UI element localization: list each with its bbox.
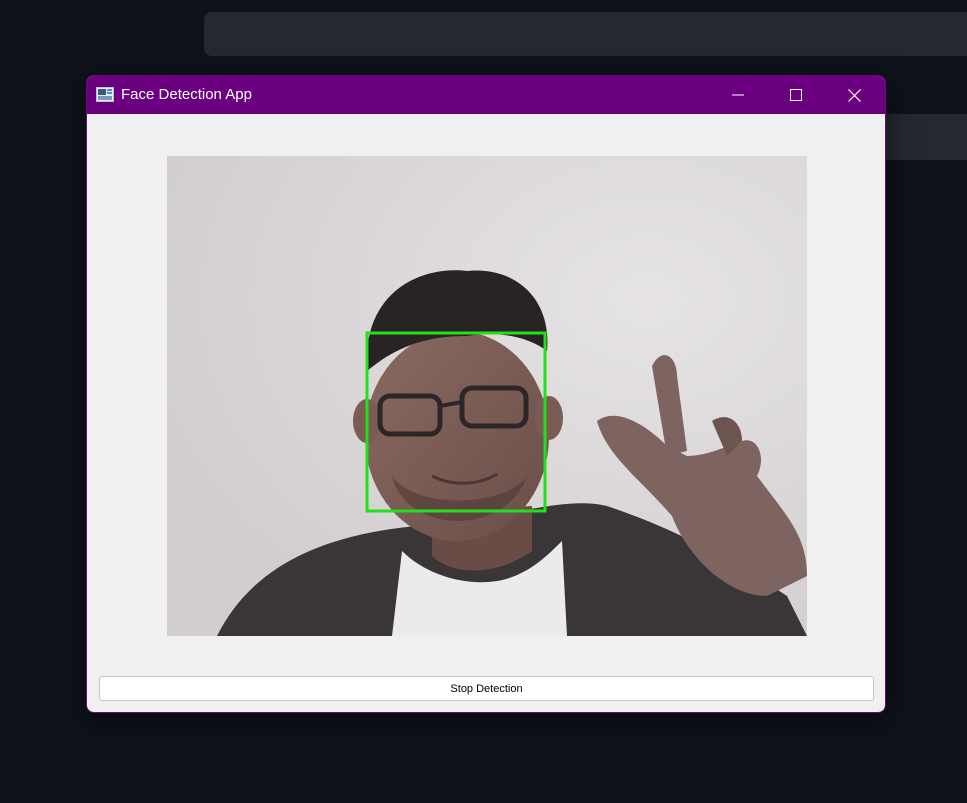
window-title: Face Detection App (121, 86, 252, 103)
stop-detection-button[interactable]: Stop Detection (99, 676, 874, 701)
webcam-feed (167, 156, 807, 636)
app-window-icon (96, 87, 114, 102)
maximize-button[interactable] (767, 76, 825, 114)
title-bar[interactable]: Face Detection App (87, 76, 885, 114)
minimize-button[interactable] (709, 76, 767, 114)
maximize-icon (790, 89, 802, 101)
app-window: Face Detection App Stop Detection (86, 75, 886, 713)
close-icon (847, 88, 861, 102)
minimize-icon (732, 94, 744, 96)
webcam-frame-image (167, 156, 807, 636)
close-button[interactable] (825, 76, 883, 114)
background-window-bar (204, 12, 967, 56)
